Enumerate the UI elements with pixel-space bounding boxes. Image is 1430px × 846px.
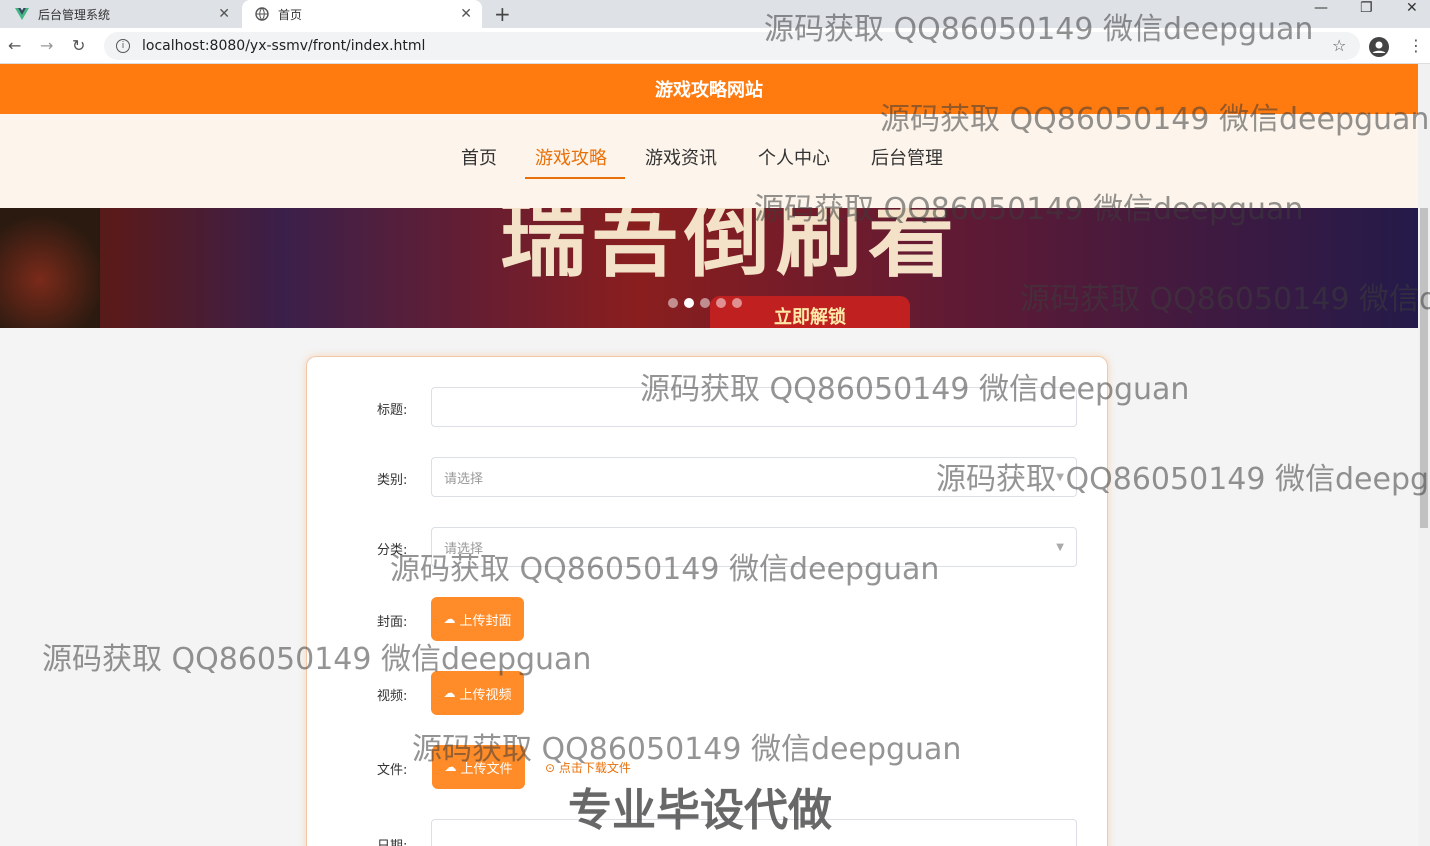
watermark-text: 源码获取 QQ86050149 微信deepguan [42, 642, 592, 677]
guide-form-card: 标题: 类别: 请选择 ▼ 分类: 请选择 ▼ 封面: ☁ 上传封面 视频: ☁… [306, 356, 1108, 846]
watermark-text: 源码获取 QQ86050149 微信deepguan [880, 102, 1430, 137]
carousel-dot-active[interactable] [684, 298, 694, 308]
new-tab-icon[interactable]: + [494, 2, 511, 26]
restore-icon[interactable]: ❐ [1360, 0, 1373, 16]
cover-label: 封面: [377, 615, 408, 630]
site-title: 游戏攻略网站 [655, 80, 763, 101]
back-icon[interactable]: ← [8, 36, 21, 55]
nav-item-admin[interactable]: 后台管理 [871, 144, 943, 170]
watermark-big-text: 专业毕设代做 [568, 785, 832, 836]
url-text: localhost:8080/yx-ssmv/front/index.html [142, 38, 426, 54]
menu-kebab-icon[interactable]: ⋮ [1408, 36, 1424, 55]
carousel-dot[interactable] [668, 298, 678, 308]
nav-item-news[interactable]: 游戏资讯 [645, 144, 717, 170]
carousel-dot[interactable] [732, 298, 742, 308]
title-label: 标题: [377, 403, 408, 418]
info-icon[interactable]: i [116, 39, 130, 53]
close-icon[interactable]: ✕ [460, 6, 472, 22]
chevron-down-icon: ▼ [1056, 542, 1064, 553]
watermark-text: 源码获取 QQ86050149 微信deepguan [936, 462, 1430, 497]
watermark-text: 源码获取 QQ86050149 微信deepguan [754, 192, 1304, 227]
watermark-text: 源码获取 QQ86050149 微信deepguan [640, 372, 1190, 407]
category-label: 类别: [377, 473, 408, 488]
watermark-text: 源码获取 QQ86050149 微信deepguan [412, 732, 962, 767]
carousel-dot[interactable] [716, 298, 726, 308]
banner-character-image [0, 208, 100, 328]
nav-item-guides[interactable]: 游戏攻略 [535, 144, 607, 170]
active-nav-indicator [525, 177, 625, 179]
profile-icon[interactable] [1368, 36, 1390, 62]
watermark-text: 源码获取 QQ86050149 微信deepguan [390, 552, 940, 587]
close-window-icon[interactable]: ✕ [1406, 0, 1418, 16]
reload-icon[interactable]: ↻ [72, 36, 85, 55]
video-label: 视频: [377, 689, 408, 704]
minimize-icon[interactable]: — [1314, 0, 1328, 16]
globe-icon [254, 6, 270, 22]
tab-admin[interactable]: 后台管理系统 ✕ [0, 0, 240, 28]
tab-home[interactable]: 首页 ✕ [242, 0, 482, 28]
date-label: 日期: [377, 835, 407, 846]
cloud-upload-icon: ☁ [443, 612, 456, 626]
close-icon[interactable]: ✕ [218, 6, 230, 22]
file-label: 文件: [377, 763, 408, 778]
forward-icon[interactable]: → [40, 36, 53, 55]
vue-logo-icon [14, 6, 30, 22]
nav-item-profile[interactable]: 个人中心 [758, 144, 830, 170]
carousel-dots [668, 298, 742, 308]
cloud-upload-icon: ☁ [443, 686, 456, 700]
watermark-text: 源码获取 QQ86050149 微信deepguan [1020, 282, 1430, 317]
carousel-dot[interactable] [700, 298, 710, 308]
watermark-text: 源码获取 QQ86050149 微信deepguan [764, 12, 1314, 47]
tab-title: 首页 [278, 7, 303, 22]
bookmark-star-icon[interactable]: ☆ [1332, 36, 1346, 55]
category-placeholder: 请选择 [444, 471, 484, 487]
nav-item-home[interactable]: 首页 [461, 144, 497, 170]
tab-title: 后台管理系统 [38, 7, 111, 22]
